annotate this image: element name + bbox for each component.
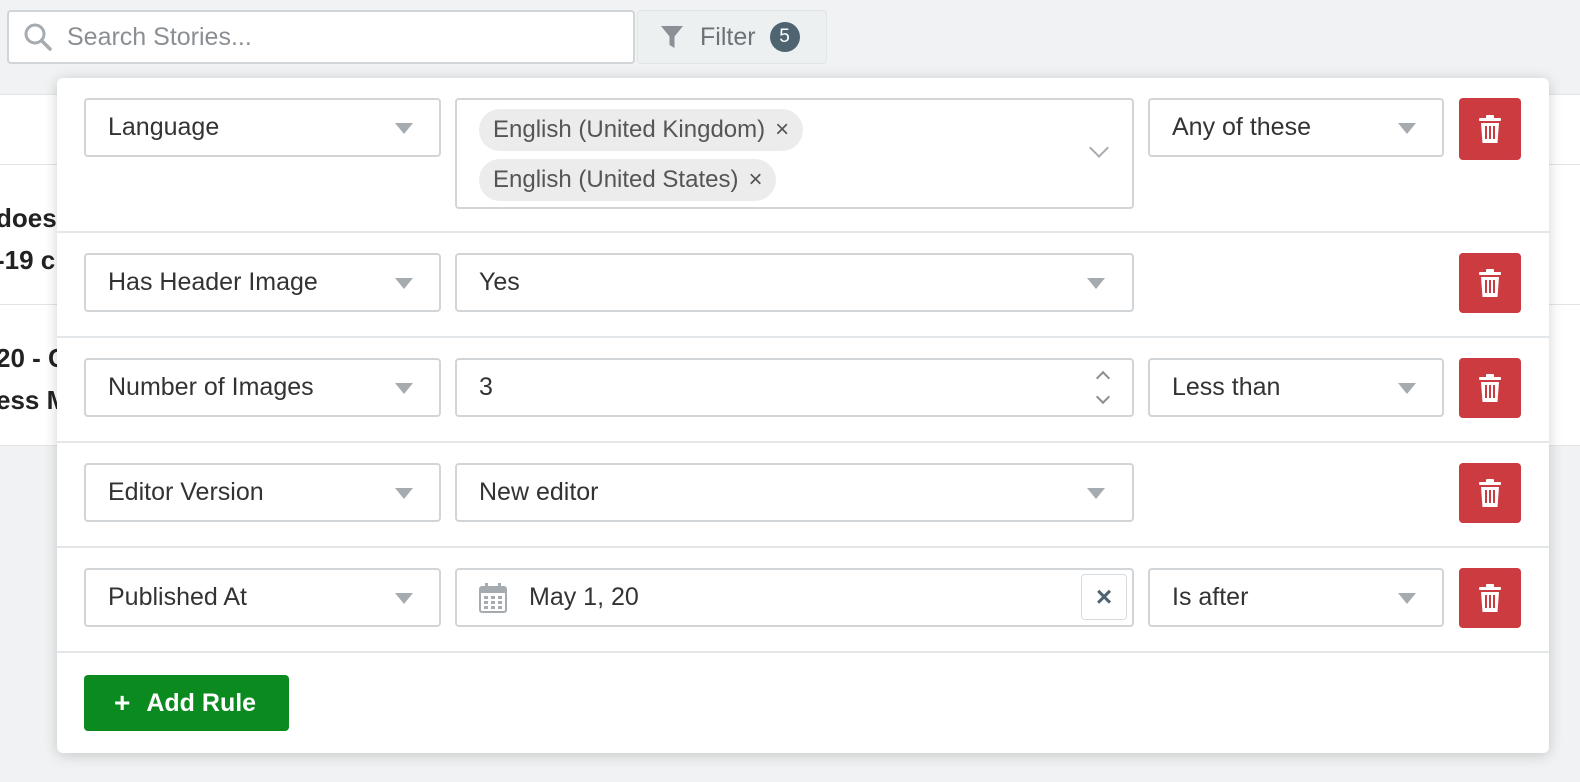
chevron-down-icon[interactable] xyxy=(1089,138,1109,158)
caret-down-icon xyxy=(1398,383,1416,394)
search-box[interactable] xyxy=(7,10,635,64)
story-title-fragment: -19 c xyxy=(0,245,56,275)
delete-rule-button[interactable] xyxy=(1459,568,1521,628)
trash-icon xyxy=(1479,269,1501,297)
filter-rule-number-of-images: Number of Images 3 Less than xyxy=(57,338,1549,443)
delete-rule-button[interactable] xyxy=(1459,358,1521,418)
add-rule-label: Add Rule xyxy=(146,688,257,717)
calendar-icon xyxy=(479,582,507,613)
value-tag: English (United States) × xyxy=(479,159,777,201)
caret-down-icon xyxy=(1398,593,1416,604)
caret-down-icon xyxy=(1087,278,1105,289)
search-icon xyxy=(24,23,52,51)
story-title-fragment: does xyxy=(0,203,57,233)
trash-icon xyxy=(1479,374,1501,402)
increment-icon[interactable] xyxy=(1095,370,1111,386)
trash-icon xyxy=(1479,115,1501,143)
rule-operator-select[interactable]: Any of these xyxy=(1148,98,1444,157)
filter-label: Filter xyxy=(700,22,756,51)
rule-field-select[interactable]: Published At xyxy=(84,568,441,627)
rule-field-select[interactable]: Language xyxy=(84,98,441,157)
remove-tag-icon[interactable]: × xyxy=(748,166,762,194)
delete-rule-button[interactable] xyxy=(1459,98,1521,160)
trash-icon xyxy=(1479,584,1501,612)
rule-value-select[interactable]: New editor xyxy=(455,463,1134,522)
delete-rule-button[interactable] xyxy=(1459,463,1521,523)
filter-panel: Language English (United Kingdom) × Engl… xyxy=(57,78,1549,753)
rule-field-select[interactable]: Editor Version xyxy=(84,463,441,522)
remove-tag-icon[interactable]: × xyxy=(775,116,789,144)
decrement-icon[interactable] xyxy=(1095,389,1111,405)
filter-button[interactable]: Filter 5 xyxy=(637,10,827,64)
rule-operator-select[interactable]: Less than xyxy=(1148,358,1444,417)
caret-down-icon xyxy=(395,488,413,499)
caret-down-icon xyxy=(395,383,413,394)
filter-rule-language: Language English (United Kingdom) × Engl… xyxy=(57,78,1549,233)
date-value: May 1, 20 xyxy=(529,583,639,611)
caret-down-icon xyxy=(395,123,413,134)
trash-icon xyxy=(1479,479,1501,507)
filter-rule-editor-version: Editor Version New editor xyxy=(57,443,1549,548)
caret-down-icon xyxy=(395,593,413,604)
rule-field-select[interactable]: Has Header Image xyxy=(84,253,441,312)
rule-operator-select[interactable]: Is after xyxy=(1148,568,1444,627)
search-input[interactable] xyxy=(65,21,605,53)
rule-value-multiselect[interactable]: English (United Kingdom) × English (Unit… xyxy=(455,98,1134,209)
rule-value-number-input[interactable]: 3 xyxy=(455,358,1134,417)
filter-rule-header-image: Has Header Image Yes xyxy=(57,233,1549,338)
value-tag: English (United Kingdom) × xyxy=(479,109,804,151)
caret-down-icon xyxy=(395,278,413,289)
caret-down-icon xyxy=(1087,488,1105,499)
caret-down-icon xyxy=(1398,123,1416,134)
plus-icon: + xyxy=(114,687,131,718)
filter-count-badge: 5 xyxy=(769,22,800,52)
clear-date-button[interactable]: × xyxy=(1081,574,1127,620)
filter-rule-published-at: Published At May 1, 20 × Is after xyxy=(57,548,1549,653)
delete-rule-button[interactable] xyxy=(1459,253,1521,313)
add-rule-button[interactable]: + Add Rule xyxy=(84,675,289,731)
rule-field-select[interactable]: Number of Images xyxy=(84,358,441,417)
rule-value-date-input[interactable]: May 1, 20 × xyxy=(455,568,1134,627)
filter-icon xyxy=(661,26,683,48)
close-icon: × xyxy=(1095,581,1113,612)
rule-value-select[interactable]: Yes xyxy=(455,253,1134,312)
